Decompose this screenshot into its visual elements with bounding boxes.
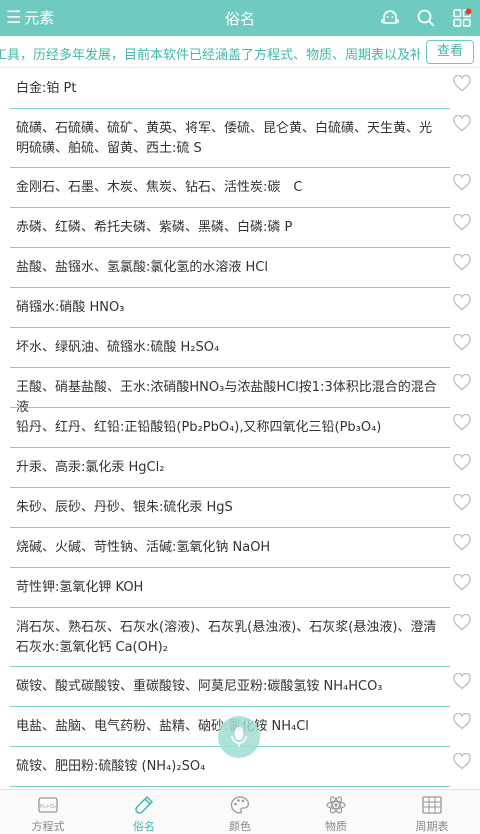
favorite-heart-icon[interactable]	[453, 254, 471, 271]
bottom-tab-bar: H₂+O₂ 方程式 俗名 颜色 物质 周期表	[0, 789, 480, 834]
list-item[interactable]: 升汞、高汞:氯化汞 HgCl₂	[0, 448, 480, 488]
list-item-text: 白金:铂 Pt	[16, 81, 77, 96]
list-item[interactable]: 硝镪水:硝酸 HNO₃	[0, 288, 480, 328]
list-item-text: 铅丹、红丹、红铅:正铅酸铅(Pb₂PbO₄),又称四氧化三铅(Pb₃O₄)	[16, 420, 382, 435]
list-item-text: 硫磺、石硫磺、硫矿、黄英、将军、倭硫、昆仑黄、白硫磺、天生黄、光明硫磺、舶硫、留…	[16, 121, 433, 156]
list-item[interactable]: 朱砂、辰砂、丹砂、银朱:硫化汞 HgS	[0, 488, 480, 528]
favorite-heart-icon[interactable]	[453, 414, 471, 431]
favorite-heart-icon[interactable]	[453, 374, 471, 391]
search-icon[interactable]	[416, 8, 436, 28]
list-item[interactable]: 苛性钾:氢氧化钾 KOH	[0, 568, 480, 608]
microphone-icon	[231, 727, 247, 747]
page-title: 俗名	[224, 10, 255, 28]
list-item-text: 苛性钾:氢氧化钾 KOH	[16, 580, 144, 595]
list-item[interactable]: 赤磷、红磷、希托夫磷、紫磷、黑磷、白磷:磷 P	[0, 208, 480, 248]
favorite-heart-icon[interactable]	[453, 713, 471, 730]
grid-apps-icon[interactable]	[452, 8, 472, 28]
favorite-heart-icon[interactable]	[453, 174, 471, 191]
list-item[interactable]: 金刚石、石墨、木炭、焦炭、钻石、活性炭:碳 C	[0, 168, 480, 208]
list-item-text: 碳铵、酸式碳酸铵、重碳酸铵、阿莫尼亚粉:碳酸氢铵 NH₄HCO₃	[16, 679, 383, 694]
list-item[interactable]: 王酸、硝基盐酸、王水:浓硝酸HNO₃与浓盐酸HCl按1:3体积比混合的混合液	[0, 368, 480, 415]
voice-button[interactable]	[218, 716, 260, 758]
favorite-heart-icon[interactable]	[453, 75, 471, 92]
favorite-heart-icon[interactable]	[453, 753, 471, 770]
favorite-heart-icon[interactable]	[453, 574, 471, 591]
tab-equation[interactable]: H₂+O₂ 方程式	[0, 790, 96, 834]
favorite-heart-icon[interactable]	[453, 334, 471, 351]
notice-marquee: 工具，历经多年发展，目前本软件已经涵盖了方程式、物质、周期表以及补充资料	[0, 44, 420, 62]
list-item-text: 硫铵、肥田粉:硫酸铵 (NH₄)₂SO₄	[16, 759, 206, 774]
tab-test-tube[interactable]: 俗名	[96, 790, 192, 834]
favorite-heart-icon[interactable]	[453, 115, 471, 132]
android-icon[interactable]	[380, 8, 400, 28]
list-item-text: 硝镪水:硝酸 HNO₃	[16, 300, 125, 315]
list-item[interactable]: 白金:铂 Pt	[0, 69, 480, 109]
tab-label: 颜色	[229, 820, 251, 833]
list-item-text: 金刚石、石墨、木炭、焦炭、钻石、活性炭:碳 C	[16, 180, 303, 195]
list-item-text: 赤磷、红磷、希托夫磷、紫磷、黑磷、白磷:磷 P	[16, 220, 293, 235]
favorite-heart-icon[interactable]	[453, 614, 471, 631]
tab-label: 俗名	[133, 820, 155, 833]
favorite-heart-icon[interactable]	[453, 494, 471, 511]
list-item-text: 坏水、绿矾油、硫镪水:硫酸 H₂SO₄	[16, 340, 220, 355]
favorite-heart-icon[interactable]	[453, 454, 471, 471]
list-item-text: 朱砂、辰砂、丹砂、银朱:硫化汞 HgS	[16, 500, 233, 515]
tab-palette[interactable]: 颜色	[192, 790, 288, 834]
list-item-text: 消石灰、熟石灰、石灰水(溶液)、石灰乳(悬浊液)、石灰浆(悬浊液)、澄清石灰水:…	[16, 620, 437, 655]
list-item[interactable]: 盐酸、盐镪水、氢氯酸:氯化氢的水溶液 HCl	[0, 248, 480, 288]
notice-bar: 工具，历经多年发展，目前本软件已经涵盖了方程式、物质、周期表以及补充资料 查看	[0, 36, 480, 68]
notice-text: 工具，历经多年发展，目前本软件已经涵盖了方程式、物质、周期表以及补充资料	[0, 48, 420, 62]
tab-label: 物质	[325, 820, 347, 833]
list-item[interactable]: 碳铵、酸式碳酸铵、重碳酸铵、阿莫尼亚粉:碳酸氢铵 NH₄HCO₃	[0, 667, 480, 707]
top-bar: ☰ 元素 俗名	[0, 0, 480, 36]
favorite-heart-icon[interactable]	[453, 294, 471, 311]
list-item[interactable]: 消石灰、熟石灰、石灰水(溶液)、石灰乳(悬浊液)、石灰浆(悬浊液)、澄清石灰水:…	[0, 608, 480, 667]
tab-label: 方程式	[31, 820, 65, 833]
favorite-heart-icon[interactable]	[453, 534, 471, 551]
list-item[interactable]: 硫磺、石硫磺、硫矿、黄英、将军、倭硫、昆仑黄、白硫磺、天生黄、光明硫磺、舶硫、留…	[0, 109, 480, 168]
view-button[interactable]: 查看	[426, 40, 474, 64]
favorite-heart-icon[interactable]	[453, 673, 471, 690]
tab-atom[interactable]: 物质	[288, 790, 384, 834]
notification-dot	[465, 8, 472, 15]
palette-icon	[230, 796, 250, 814]
list-item-text: 升汞、高汞:氯化汞 HgCl₂	[16, 460, 165, 475]
periodic-table-icon	[422, 796, 442, 814]
common-name-list[interactable]: 白金:铂 Pt 硫磺、石硫磺、硫矿、黄英、将军、倭硫、昆仑黄、白硫磺、天生黄、光明…	[0, 69, 480, 789]
list-item[interactable]: 烧碱、火碱、苛性钠、活碱:氢氧化钠 NaOH	[0, 528, 480, 568]
atom-icon	[326, 796, 346, 814]
svg-text:H₂+O₂: H₂+O₂	[40, 804, 56, 810]
list-item[interactable]: 坏水、绿矾油、硫镪水:硫酸 H₂SO₄	[0, 328, 480, 368]
list-item-text: 烧碱、火碱、苛性钠、活碱:氢氧化钠 NaOH	[16, 540, 271, 555]
test-tube-icon	[135, 795, 154, 814]
row-divider	[10, 786, 450, 787]
favorite-heart-icon[interactable]	[453, 214, 471, 231]
tab-periodic-table[interactable]: 周期表	[384, 790, 480, 834]
list-item-text: 盐酸、盐镪水、氢氯酸:氯化氢的水溶液 HCl	[16, 260, 268, 275]
tab-label: 周期表	[415, 820, 449, 833]
list-item[interactable]: 铅丹、红丹、红铅:正铅酸铅(Pb₂PbO₄),又称四氧化三铅(Pb₃O₄)	[0, 408, 480, 448]
equation-icon: H₂+O₂	[38, 797, 58, 813]
